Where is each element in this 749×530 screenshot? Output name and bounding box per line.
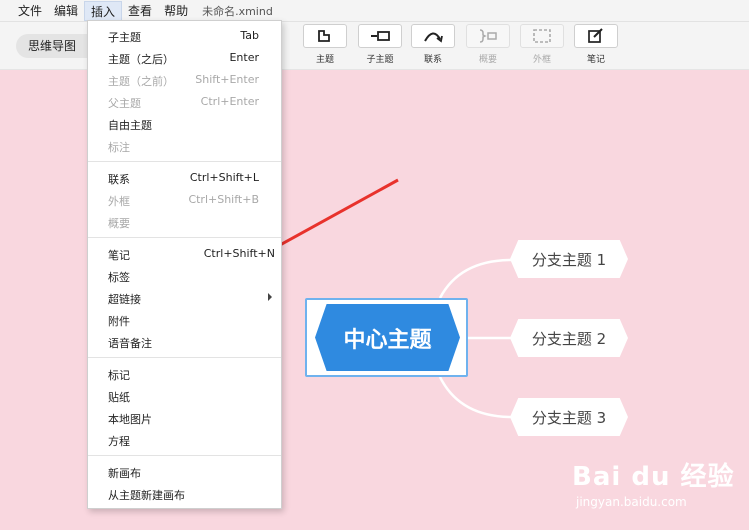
menu-item-equation[interactable]: 方程: [88, 429, 281, 451]
menu-item-label: 子主题: [108, 31, 141, 44]
menu-separator: [88, 237, 281, 238]
menu-item-relationship[interactable]: 联系 Ctrl+Shift+L: [88, 167, 281, 189]
menu-item-label: 联系: [108, 173, 130, 186]
menu-item-subtopic[interactable]: 子主题 Tab: [88, 25, 281, 47]
menu-item-shortcut: Enter: [229, 51, 259, 64]
menu-item-summary[interactable]: 概要: [88, 211, 281, 233]
submenu-arrow-icon: [268, 293, 272, 301]
menu-item-label: 自由主题: [108, 119, 152, 132]
menu-item-label: 超链接: [108, 293, 141, 306]
menu-item-label: 本地图片: [108, 413, 152, 426]
watermark-url: jingyan.baidu.com: [576, 495, 687, 509]
menu-item-audio-note[interactable]: 语音备注: [88, 331, 281, 353]
menu-item-sticker[interactable]: 贴纸: [88, 385, 281, 407]
menu-item-callout[interactable]: 标注: [88, 135, 281, 157]
menu-item-shortcut: Tab: [240, 29, 259, 42]
menu-item-label: 概要: [108, 217, 130, 230]
menu-item-label: 主题（之前）: [108, 75, 174, 88]
menu-item-floating-topic[interactable]: 自由主题: [88, 113, 281, 135]
menu-item-topic-after[interactable]: 主题（之后） Enter: [88, 47, 281, 69]
menu-separator: [88, 357, 281, 358]
menu-item-local-image[interactable]: 本地图片: [88, 407, 281, 429]
menu-item-shortcut: Shift+Enter: [195, 73, 259, 86]
menu-separator: [88, 161, 281, 162]
menu-separator: [88, 455, 281, 456]
menu-item-marker[interactable]: 标记: [88, 363, 281, 385]
menu-item-boundary[interactable]: 外框 Ctrl+Shift+B: [88, 189, 281, 211]
menu-item-shortcut: Ctrl+Shift+L: [189, 171, 259, 184]
menu-item-label: 附件: [108, 315, 130, 328]
menu-item-topic-before[interactable]: 主题（之前） Shift+Enter: [88, 69, 281, 91]
menu-item-label: 标签: [108, 271, 130, 284]
menu-item-label: 方程: [108, 435, 130, 448]
menu-item-label: 主题（之后）: [108, 53, 174, 66]
menu-item-shortcut: Ctrl+Shift+B: [188, 193, 259, 206]
menu-item-label-tag[interactable]: 标签: [88, 265, 281, 287]
menu-item-new-sheet[interactable]: 新画布: [88, 461, 281, 483]
menu-item-label: 语音备注: [108, 337, 152, 350]
insert-menu-dropdown: 子主题 Tab 主题（之后） Enter 主题（之前） Shift+Enter …: [87, 20, 282, 509]
menu-item-shortcut: Ctrl+Shift+N: [203, 247, 275, 260]
menu-item-label: 从主题新建画布: [108, 489, 185, 502]
menu-item-hyperlink[interactable]: 超链接: [88, 287, 281, 309]
menu-item-label: 标注: [108, 141, 130, 154]
menu-item-label: 父主题: [108, 97, 141, 110]
menu-item-label: 标记: [108, 369, 130, 382]
baidu-jingyan-watermark: Bai du 经验 jingyan.baidu.com: [572, 456, 742, 524]
menu-item-note[interactable]: 笔记 Ctrl+Shift+N: [88, 243, 281, 265]
menu-item-label: 笔记: [108, 249, 130, 262]
menu-item-label: 贴纸: [108, 391, 130, 404]
menu-item-attachment[interactable]: 附件: [88, 309, 281, 331]
menu-item-label: 外框: [108, 195, 130, 208]
watermark-brand: Bai du 经验: [572, 462, 735, 492]
menu-item-shortcut: Ctrl+Enter: [200, 95, 259, 108]
menu-item-parent-topic[interactable]: 父主题 Ctrl+Enter: [88, 91, 281, 113]
menu-item-new-sheet-from-topic[interactable]: 从主题新建画布: [88, 483, 281, 505]
menu-item-label: 新画布: [108, 467, 141, 480]
